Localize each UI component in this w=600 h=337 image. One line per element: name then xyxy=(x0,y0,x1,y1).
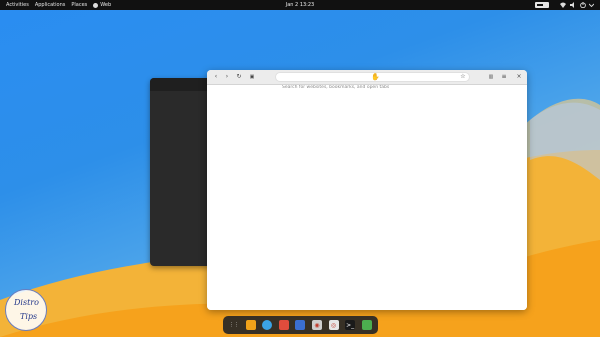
chrome-icon[interactable] xyxy=(278,320,289,330)
web-browser-window[interactable]: ‹ › ↻ ▣ ✋ ☆ ▥ ≡ × xyxy=(207,70,527,310)
web-browser-icon[interactable] xyxy=(262,320,273,330)
watermark-line2: Tips xyxy=(20,312,38,321)
dock: ⋮⋮ ◉ ◎ >_ xyxy=(223,316,378,334)
watermark-line1: Distro xyxy=(14,298,39,307)
top-bar: Activities Applications Places Web Jan 2… xyxy=(0,0,600,10)
power-icon[interactable] xyxy=(580,2,586,8)
keyboard-layout-icon[interactable] xyxy=(535,2,549,8)
reader-icon[interactable]: ▥ xyxy=(487,73,495,81)
back-icon[interactable]: ‹ xyxy=(212,73,220,81)
forward-icon[interactable]: › xyxy=(223,73,231,81)
clock[interactable]: Jan 2 13:23 xyxy=(0,2,600,8)
dropdown-arrow-icon[interactable] xyxy=(589,2,594,8)
url-input[interactable] xyxy=(280,83,462,92)
close-icon[interactable]: × xyxy=(515,73,523,81)
tab-overview-icon[interactable]: ▣ xyxy=(248,73,256,81)
notes-icon[interactable] xyxy=(245,320,256,330)
mouse-cursor-icon: ✋ xyxy=(371,73,380,81)
volume-icon[interactable] xyxy=(570,2,576,8)
address-bar[interactable]: ✋ xyxy=(275,72,470,92)
terminal-icon[interactable]: >_ xyxy=(345,320,356,330)
dark-window[interactable] xyxy=(150,78,212,266)
help-icon[interactable]: ◎ xyxy=(328,320,339,330)
menu-icon[interactable]: ≡ xyxy=(500,73,508,81)
star-icon[interactable]: ☆ xyxy=(459,73,467,81)
documents-icon[interactable] xyxy=(295,320,306,330)
apps-grid-icon[interactable]: ⋮⋮ xyxy=(229,320,239,330)
dark-window-header[interactable] xyxy=(150,78,212,91)
browser-content-area[interactable] xyxy=(207,85,527,310)
browser-toolbar: ‹ › ↻ ▣ ✋ ☆ ▥ ≡ × xyxy=(207,70,527,92)
trash-icon[interactable] xyxy=(361,320,372,330)
distro-tips-watermark: Distro Tips xyxy=(5,289,47,331)
screenshot-icon[interactable]: ◉ xyxy=(312,320,322,330)
network-icon[interactable] xyxy=(560,2,566,8)
reload-icon[interactable]: ↻ xyxy=(235,73,243,81)
